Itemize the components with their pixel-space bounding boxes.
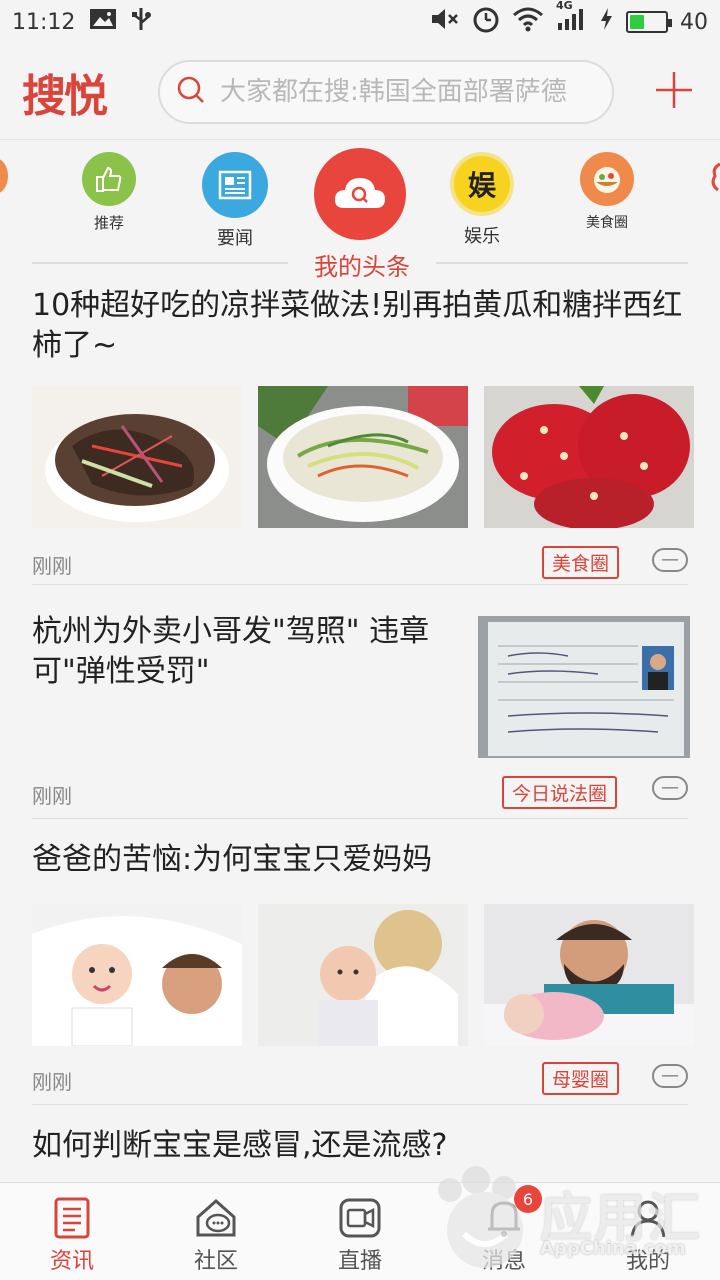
feed-title[interactable]: 10种超好吃的凉拌菜做法!别再拍黄瓜和糖拌西红柿了~: [32, 286, 688, 366]
food-image-3: [484, 386, 694, 528]
tab-news[interactable]: 资讯: [0, 1183, 144, 1280]
status-time: 11:12: [12, 9, 76, 35]
plus-icon: [656, 72, 692, 108]
feed-title[interactable]: 杭州为外卖小哥发"驾照" 违章可"弹性受罚": [32, 612, 452, 692]
feed-divider: [32, 584, 688, 585]
bottom-nav: 资讯 社区 直播 6 消息 我的: [0, 1182, 720, 1280]
category-food[interactable]: 美食圈: [580, 152, 634, 232]
category-entertainment[interactable]: 娱 娱乐: [450, 152, 514, 248]
battery-icon: [626, 11, 672, 33]
feed-images: [32, 386, 694, 528]
document-icon: [54, 1197, 90, 1239]
mute-icon: [430, 7, 460, 37]
section-title[interactable]: 我的头条: [288, 244, 436, 284]
tab-live[interactable]: 直播: [288, 1183, 432, 1280]
food-image-2: [258, 386, 468, 528]
alarm-icon: [472, 5, 500, 39]
food-image-1: [32, 386, 242, 528]
dismiss-button[interactable]: —: [652, 1064, 688, 1088]
battery-percent: 40: [680, 9, 708, 35]
status-bar: 11:12 4G 40: [0, 0, 720, 44]
tab-label: 社区: [193, 1249, 238, 1274]
category-news[interactable]: 要闻: [202, 152, 268, 250]
cloud-search-icon: [314, 148, 406, 240]
feed-tag[interactable]: 今日说法圈: [502, 776, 618, 809]
tab-label: 消息: [481, 1249, 526, 1274]
tab-label: 资讯: [49, 1249, 94, 1274]
license-image: [478, 616, 690, 758]
tab-messages[interactable]: 6 消息: [432, 1183, 576, 1280]
feed-tag[interactable]: 美食圈: [542, 546, 620, 579]
minus-icon: —: [661, 549, 679, 570]
thumbs-up-icon: [82, 152, 136, 206]
dismiss-button[interactable]: —: [652, 548, 688, 572]
category-partial-left[interactable]: [0, 158, 8, 194]
feed-title[interactable]: 爸爸的苦恼:为何宝宝只爱妈妈: [32, 840, 688, 880]
search-icon: [176, 75, 206, 109]
tab-community[interactable]: 社区: [144, 1183, 288, 1280]
wifi-icon: [512, 6, 544, 38]
category-label: 推荐: [93, 214, 124, 232]
usb-icon: [131, 6, 152, 38]
father-baby-image-2: [484, 904, 694, 1046]
feed-time: 刚刚: [32, 1070, 72, 1094]
feed-divider: [32, 1104, 688, 1105]
tab-label: 直播: [337, 1249, 382, 1274]
minus-icon: —: [661, 777, 679, 798]
category-recommend[interactable]: 推荐: [82, 152, 136, 233]
add-button[interactable]: [644, 65, 704, 119]
feed-images: [32, 904, 694, 1046]
person-icon: [630, 1200, 666, 1238]
feed-time: 刚刚: [32, 554, 72, 578]
entertainment-icon: 娱: [450, 152, 514, 216]
category-my-headlines[interactable]: [314, 148, 406, 246]
food-icon: [580, 152, 634, 206]
minus-icon: —: [661, 1065, 679, 1086]
feed-tag[interactable]: 母婴圈: [542, 1062, 620, 1095]
category-partial-right[interactable]: [710, 154, 720, 204]
charging-icon: [600, 7, 614, 37]
category-label: 要闻: [217, 228, 253, 249]
search-input[interactable]: [220, 77, 596, 107]
house-chat-icon: [196, 1198, 236, 1237]
category-label: 娱乐: [464, 226, 500, 247]
dismiss-button[interactable]: —: [652, 776, 688, 800]
tab-profile[interactable]: 我的: [576, 1183, 720, 1280]
feed-title[interactable]: 如何判断宝宝是感冒,还是流感?: [32, 1126, 688, 1166]
video-camera-icon: [339, 1198, 381, 1238]
tab-label: 我的: [625, 1249, 670, 1274]
network-type: 4G: [556, 0, 573, 12]
app-header: 搜悦: [0, 44, 720, 140]
mother-baby-image: [258, 904, 468, 1046]
signal-icon: 4G: [556, 0, 588, 37]
message-badge: 6: [514, 1185, 542, 1213]
category-label: 美食圈: [586, 215, 628, 231]
feed-divider: [32, 818, 688, 819]
feed-time: 刚刚: [32, 784, 72, 808]
newspaper-icon: [202, 152, 268, 218]
search-bar[interactable]: [158, 60, 614, 124]
father-baby-image-1: [32, 904, 242, 1046]
app-logo: 搜悦: [22, 71, 108, 122]
image-notification-icon: [89, 8, 117, 36]
